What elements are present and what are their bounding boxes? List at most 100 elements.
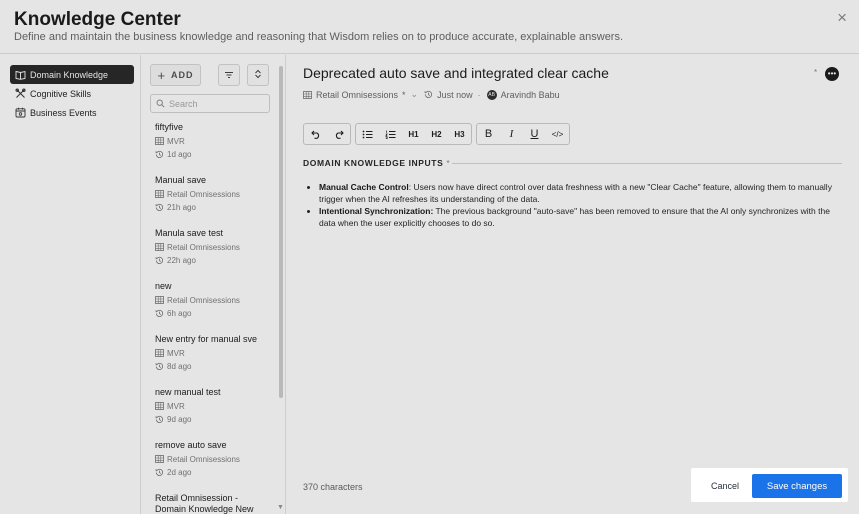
table-icon — [155, 455, 164, 463]
redo-button[interactable] — [327, 124, 350, 144]
entry-time: 6h ago — [155, 308, 270, 318]
entry-name: new — [155, 281, 172, 291]
underline-button[interactable]: U — [523, 124, 546, 144]
entry-source: MVR — [155, 348, 270, 358]
table-icon — [155, 349, 164, 357]
list-scrollbar[interactable] — [279, 66, 283, 398]
sort-icon — [254, 66, 262, 84]
history-icon — [155, 468, 164, 476]
entry-source: Retail Omnisessions — [155, 189, 270, 199]
history-icon — [155, 415, 164, 423]
page-title: Knowledge Center — [14, 9, 181, 30]
list-item[interactable]: fiftyfive MVR 1d ago — [155, 122, 270, 159]
entry-source[interactable]: Retail Omnisessions — [316, 90, 398, 100]
heading-2-button[interactable]: H2 — [425, 124, 448, 144]
entry-updated-time: Just now — [437, 89, 473, 100]
history-icon — [155, 362, 164, 370]
plus-icon: + — [157, 67, 167, 83]
close-icon[interactable]: × — [837, 8, 847, 28]
cancel-button[interactable]: Cancel — [699, 474, 751, 498]
italic-button[interactable]: I — [500, 124, 523, 144]
entry-name: remove auto save — [155, 440, 227, 450]
list-item[interactable]: New entry for manual sve MVR 8d ago — [155, 334, 270, 371]
sidebar-item-cognitive-skills[interactable]: Cognitive Skills — [10, 84, 134, 103]
sort-button[interactable] — [247, 64, 269, 86]
list-item[interactable]: new Retail Omnisessions 6h ago — [155, 281, 270, 318]
section-label: DOMAIN KNOWLEDGE INPUTS * — [303, 158, 451, 168]
formatting-toolbar: H1 H2 H3 B I U </> — [303, 123, 574, 145]
footer-actions: Cancel Save changes — [691, 468, 848, 502]
entry-source: MVR — [155, 136, 270, 146]
entry-name: Domain Knowledge New — [155, 504, 254, 514]
page-subtitle: Define and maintain the business knowled… — [14, 31, 624, 43]
knowledge-center-modal: Knowledge Center Define and maintain the… — [0, 0, 859, 514]
entry-name: fiftyfive — [155, 122, 184, 132]
filter-icon — [224, 66, 234, 84]
sidebar-item-label: Cognitive Skills — [30, 88, 92, 99]
avatar: AB — [486, 89, 497, 100]
list-item[interactable]: Manual save Retail Omnisessions 21h ago — [155, 175, 270, 212]
bold-button[interactable]: B — [477, 124, 500, 144]
sidebar-item-business-events[interactable]: Business Events — [10, 103, 134, 122]
list-item: Intentional Synchronization: The previou… — [319, 206, 844, 229]
entry-name: Manual save — [155, 175, 207, 185]
heading-1-button[interactable]: H1 — [402, 124, 425, 144]
entry-source: Retail Omnisessions — [155, 454, 270, 464]
entry-name: new manual test — [155, 387, 221, 397]
unsaved-indicator: * — [814, 68, 818, 77]
entry-title[interactable]: Deprecated auto save and integrated clea… — [303, 65, 609, 81]
sidebar-item-label: Domain Knowledge — [30, 69, 109, 80]
entry-meta: Retail Omnisessions * ⌄ Just now · AB Ar… — [303, 89, 560, 100]
table-icon — [155, 190, 164, 198]
entry-name: New entry for manual sve — [155, 334, 258, 344]
numbered-list-button[interactable] — [379, 124, 402, 144]
entry-time: 1d ago — [155, 149, 270, 159]
undo-button[interactable] — [304, 124, 327, 144]
add-entry-label: ADD — [171, 70, 194, 80]
code-button[interactable]: </> — [546, 124, 569, 144]
editor-panel: Deprecated auto save and integrated clea… — [287, 55, 859, 514]
heading-3-button[interactable]: H3 — [448, 124, 471, 144]
add-entry-button[interactable]: + ADD — [150, 64, 201, 86]
bullet-list-button[interactable] — [356, 124, 379, 144]
required-indicator: * — [402, 89, 406, 100]
search-icon — [156, 95, 165, 113]
list-item[interactable]: new manual test MVR 9d ago — [155, 387, 270, 424]
entry-time: 8d ago — [155, 361, 270, 371]
list-item[interactable]: Manula save test Retail Omnisessions 22h… — [155, 228, 270, 265]
knowledge-content[interactable]: Manual Cache Control: Users now have dir… — [319, 182, 844, 230]
sidebar-item-label: Business Events — [30, 107, 97, 118]
block-group: H1 H2 H3 — [355, 123, 472, 145]
divider — [452, 163, 842, 164]
scroll-down-icon[interactable]: ▼ — [277, 504, 284, 511]
book-icon — [14, 69, 26, 81]
list-item[interactable]: Retail Omnisession - Domain Knowledge Ne… — [155, 493, 270, 514]
numbered-list-icon — [385, 130, 396, 139]
table-icon — [155, 137, 164, 145]
save-changes-button[interactable]: Save changes — [752, 474, 842, 498]
entry-name: Retail Omnisession - — [155, 493, 239, 503]
entry-time: 22h ago — [155, 255, 270, 265]
entry-list-panel: + ADD fiftyfive MVR — [142, 55, 286, 514]
filter-button[interactable] — [218, 64, 240, 86]
list-item[interactable]: remove auto save Retail Omnisessions 2d … — [155, 440, 270, 477]
list-item: Manual Cache Control: Users now have dir… — [319, 182, 844, 205]
table-icon — [303, 90, 312, 99]
chevron-down-icon[interactable]: ⌄ — [411, 89, 419, 100]
more-options-button[interactable]: ••• — [825, 67, 839, 81]
calendar-icon — [14, 107, 26, 119]
history-icon — [155, 309, 164, 317]
entry-source: Retail Omnisessions — [155, 242, 270, 252]
search-box[interactable] — [150, 94, 270, 113]
table-icon — [155, 296, 164, 304]
entry-source: Retail Omnisessions — [155, 295, 270, 305]
entry-time: 21h ago — [155, 202, 270, 212]
modal-header: Knowledge Center Define and maintain the… — [0, 0, 859, 54]
history-icon — [424, 90, 433, 98]
entry-time: 9d ago — [155, 414, 270, 424]
sidebar-item-domain-knowledge[interactable]: Domain Knowledge — [10, 65, 134, 84]
history-icon — [155, 150, 164, 158]
bullet-list-icon — [362, 130, 373, 138]
search-input[interactable] — [169, 98, 264, 109]
table-icon — [155, 402, 164, 410]
